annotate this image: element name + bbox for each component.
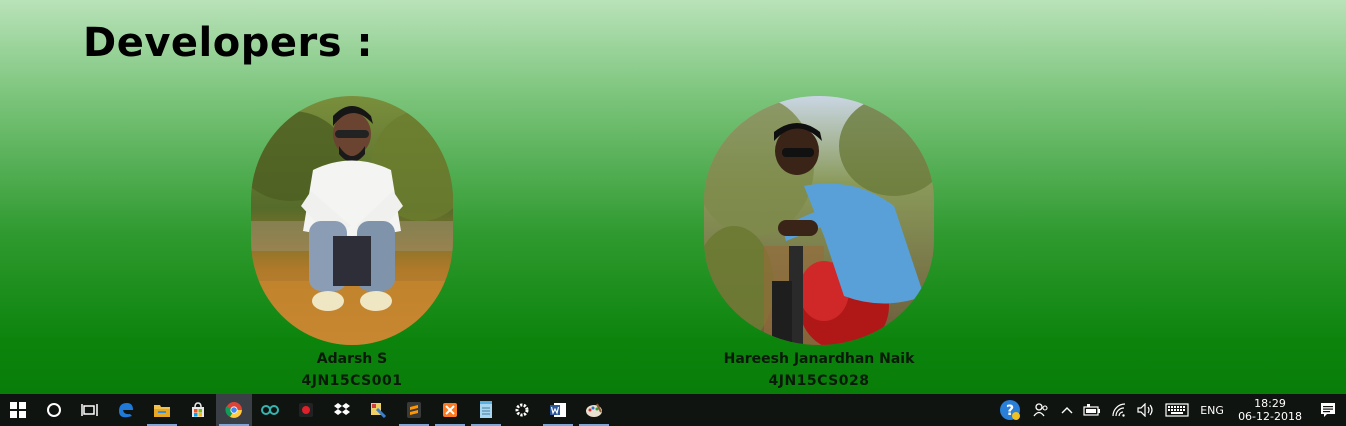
notification-icon[interactable]: [1310, 394, 1346, 426]
developer-id: 4JN15CS001: [301, 373, 403, 389]
paint-tool-icon[interactable]: [360, 394, 396, 426]
developer-card: Hareesh Janardhan Naik 4JN15CS028: [704, 96, 934, 389]
language-indicator[interactable]: ENG: [1194, 394, 1230, 426]
page-title: Developers :: [83, 20, 373, 66]
developer-photo: [704, 96, 934, 345]
volume-icon[interactable]: [1132, 394, 1160, 426]
file-explorer-icon[interactable]: [144, 394, 180, 426]
clock[interactable]: 18:29 06-12-2018: [1230, 394, 1310, 426]
developer-name: Adarsh S: [316, 351, 388, 367]
developers-page: Developers : Adarsh S 4JN15CS001 Hareesh…: [0, 0, 1346, 394]
cortana-icon[interactable]: [36, 394, 72, 426]
sublime-text-icon[interactable]: [396, 394, 432, 426]
start-icon[interactable]: [0, 394, 36, 426]
notepad-icon[interactable]: [468, 394, 504, 426]
edge-icon[interactable]: [108, 394, 144, 426]
settings-icon[interactable]: [504, 394, 540, 426]
store-icon[interactable]: [180, 394, 216, 426]
developer-id: 4JN15CS028: [768, 373, 870, 389]
taskbar: ? ENG 18:29 06-12-2018: [0, 394, 1346, 426]
clock-time: 18:29: [1254, 397, 1286, 410]
recorder-icon[interactable]: [288, 394, 324, 426]
keyboard-icon[interactable]: [1160, 394, 1194, 426]
battery-icon[interactable]: [1078, 394, 1106, 426]
chevron-up-icon[interactable]: [1056, 394, 1078, 426]
wifi-icon[interactable]: [1106, 394, 1132, 426]
paint-icon[interactable]: [576, 394, 612, 426]
task-view-icon[interactable]: [72, 394, 108, 426]
help-icon[interactable]: ?: [994, 394, 1026, 426]
developer-name: Hareesh Janardhan Naik: [723, 351, 915, 367]
people-icon[interactable]: [1026, 394, 1056, 426]
chrome-icon[interactable]: [216, 394, 252, 426]
arduino-icon[interactable]: [252, 394, 288, 426]
system-tray: ? ENG 18:29 06-12-2018: [994, 394, 1346, 426]
word-icon[interactable]: [540, 394, 576, 426]
developer-card: Adarsh S 4JN15CS001: [251, 96, 453, 389]
xampp-icon[interactable]: [432, 394, 468, 426]
dropbox-icon[interactable]: [324, 394, 360, 426]
clock-date: 06-12-2018: [1238, 410, 1302, 423]
developer-photo: [251, 96, 453, 345]
